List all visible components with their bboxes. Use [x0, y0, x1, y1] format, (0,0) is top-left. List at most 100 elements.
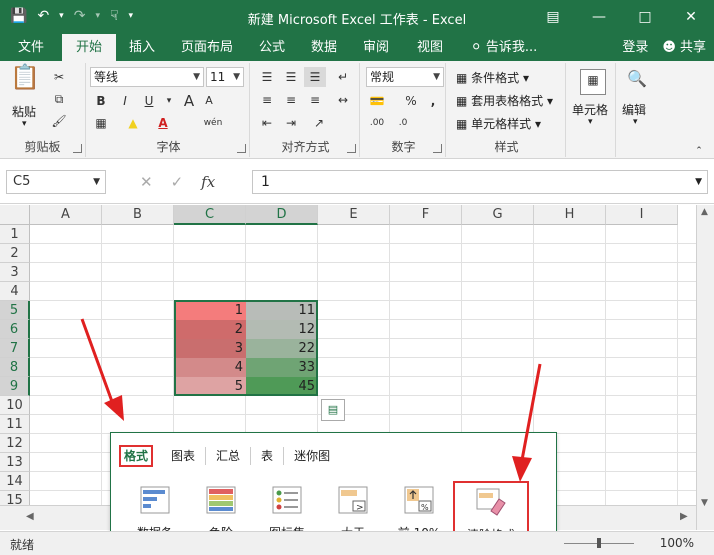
share-button[interactable]: ☻ 共享 [662, 34, 706, 61]
decrease-font-button[interactable]: A [198, 91, 220, 111]
vertical-scrollbar[interactable]: ▲ ▼ [696, 205, 714, 530]
underline-button[interactable]: U [138, 91, 160, 111]
row-header-8[interactable]: 8 [0, 358, 30, 377]
increase-decimal-button[interactable]: .00 [366, 113, 388, 133]
column-header-i[interactable]: I [606, 205, 678, 225]
column-header-b[interactable]: B [102, 205, 174, 225]
scroll-down-icon[interactable]: ▼ [701, 498, 708, 508]
tab-file[interactable]: 文件 [8, 34, 54, 61]
column-header-f[interactable]: F [390, 205, 462, 225]
increase-font-button[interactable]: A [178, 91, 200, 111]
row-header-1[interactable]: 1 [0, 225, 30, 244]
format-as-table-button[interactable]: ▦ 套用表格格式 ▾ [456, 92, 553, 109]
scroll-right-icon[interactable]: ▶ [680, 511, 688, 522]
number-launcher-icon[interactable] [433, 144, 442, 153]
row-header-11[interactable]: 11 [0, 415, 30, 434]
login-link[interactable]: 登录 [622, 34, 648, 61]
paste-label[interactable]: 粘贴 [12, 103, 36, 120]
orientation-icon[interactable]: ↗ [308, 113, 330, 133]
underline-dropdown-icon[interactable]: ▾ [158, 91, 180, 111]
qa-tab-format[interactable]: 格式 [119, 445, 154, 467]
column-header-c[interactable]: C [174, 205, 246, 225]
column-header-d[interactable]: D [246, 205, 318, 225]
name-box[interactable]: C5 ▼ [6, 170, 106, 194]
cell-styles-button[interactable]: ▦ 单元格样式 ▾ [456, 115, 541, 132]
paste-dropdown-icon[interactable]: ▾ [22, 119, 27, 129]
column-header-a[interactable]: A [30, 205, 102, 225]
zoom-thumb[interactable] [597, 538, 601, 548]
qa-tab-tables[interactable]: 表 [251, 447, 285, 465]
tab-review[interactable]: 审阅 [354, 34, 398, 61]
maximize-button[interactable]: □ [622, 0, 668, 34]
column-header-e[interactable]: E [318, 205, 390, 225]
ribbon-display-icon[interactable]: ▤ [530, 0, 576, 34]
qa-tab-sparklines[interactable]: 迷你图 [284, 447, 340, 465]
increase-indent-icon[interactable]: ⇥ [280, 113, 302, 133]
wrap-text-icon[interactable]: ↵ [332, 67, 354, 87]
tab-formulas[interactable]: 公式 [250, 34, 294, 61]
zoom-slider[interactable] [564, 538, 634, 548]
italic-button[interactable]: I [114, 91, 136, 111]
zoom-level[interactable]: 100% [660, 536, 694, 550]
scroll-up-icon[interactable]: ▲ [701, 207, 708, 217]
row-header-13[interactable]: 13 [0, 453, 30, 472]
close-button[interactable]: ✕ [668, 0, 714, 34]
borders-icon[interactable]: ▦ [90, 113, 112, 133]
format-painter-icon[interactable]: 🖌 [48, 111, 70, 131]
row-header-7[interactable]: 7 [0, 339, 30, 358]
font-color-icon[interactable]: A [152, 113, 174, 133]
cells-group[interactable]: ▦ 单元格 ▾ [568, 63, 616, 157]
font-launcher-icon[interactable] [237, 144, 246, 153]
align-bottom-icon[interactable]: ☰ [304, 67, 326, 87]
tab-page-layout[interactable]: 页面布局 [172, 34, 242, 61]
row-header-10[interactable]: 10 [0, 396, 30, 415]
row-header-14[interactable]: 14 [0, 472, 30, 491]
tab-insert[interactable]: 插入 [120, 34, 164, 61]
scroll-left-icon[interactable]: ◀ [26, 511, 34, 522]
enter-icon[interactable]: ✓ [171, 170, 184, 194]
column-header-h[interactable]: H [534, 205, 606, 225]
row-header-12[interactable]: 12 [0, 434, 30, 453]
row-header-5[interactable]: 5 [0, 301, 30, 320]
tab-view[interactable]: 视图 [408, 34, 452, 61]
align-left-icon[interactable]: ≡ [256, 90, 278, 110]
alignment-launcher-icon[interactable] [347, 144, 356, 153]
formula-input[interactable]: 1 ▼ [252, 170, 708, 194]
number-format-combo[interactable]: 常规 ▼ [366, 67, 444, 87]
row-header-2[interactable]: 2 [0, 244, 30, 263]
decrease-indent-icon[interactable]: ⇤ [256, 113, 278, 133]
tab-home[interactable]: 开始 [62, 34, 116, 61]
editing-group[interactable]: 🔍 编辑 ▾ [618, 63, 658, 157]
insert-function-button[interactable]: fx [201, 170, 215, 194]
align-center-icon[interactable]: ≡ [280, 90, 302, 110]
minimize-button[interactable]: — [576, 0, 622, 34]
cut-icon[interactable]: ✂ [48, 67, 70, 87]
collapse-ribbon-icon[interactable]: ⌃ [688, 141, 710, 161]
decrease-decimal-button[interactable]: .0 [392, 113, 414, 133]
qa-tab-totals[interactable]: 汇总 [206, 447, 252, 465]
font-name-combo[interactable]: 等线 ▼ [90, 67, 204, 87]
tab-data[interactable]: 数据 [302, 34, 346, 61]
quick-analysis-button[interactable]: ▤ [321, 399, 345, 421]
tell-me-box[interactable]: ⚪ 告诉我... [464, 34, 544, 61]
paste-icon[interactable]: 📋 [10, 65, 40, 99]
align-top-icon[interactable]: ☰ [256, 67, 278, 87]
align-middle-icon[interactable]: ☰ [280, 67, 302, 87]
row-header-6[interactable]: 6 [0, 320, 30, 339]
row-header-9[interactable]: 9 [0, 377, 30, 396]
column-header-g[interactable]: G [462, 205, 534, 225]
clipboard-launcher-icon[interactable] [73, 144, 82, 153]
accounting-format-icon[interactable]: 💳 [366, 91, 388, 111]
conditional-format-button[interactable]: ▦ 条件格式 ▾ [456, 69, 529, 86]
select-all-corner[interactable] [0, 205, 30, 225]
percent-button[interactable]: % [400, 91, 422, 111]
font-size-combo[interactable]: 11 ▼ [206, 67, 244, 87]
copy-icon[interactable]: ⧉ [48, 89, 70, 109]
row-header-4[interactable]: 4 [0, 282, 30, 301]
row-header-3[interactable]: 3 [0, 263, 30, 282]
qa-tab-charts[interactable]: 图表 [161, 447, 207, 465]
bold-button[interactable]: B [90, 91, 112, 111]
cancel-icon[interactable]: ✕ [140, 170, 153, 194]
fill-color-icon[interactable]: ▲ [122, 113, 144, 133]
phonetic-button[interactable]: wén [202, 113, 224, 133]
